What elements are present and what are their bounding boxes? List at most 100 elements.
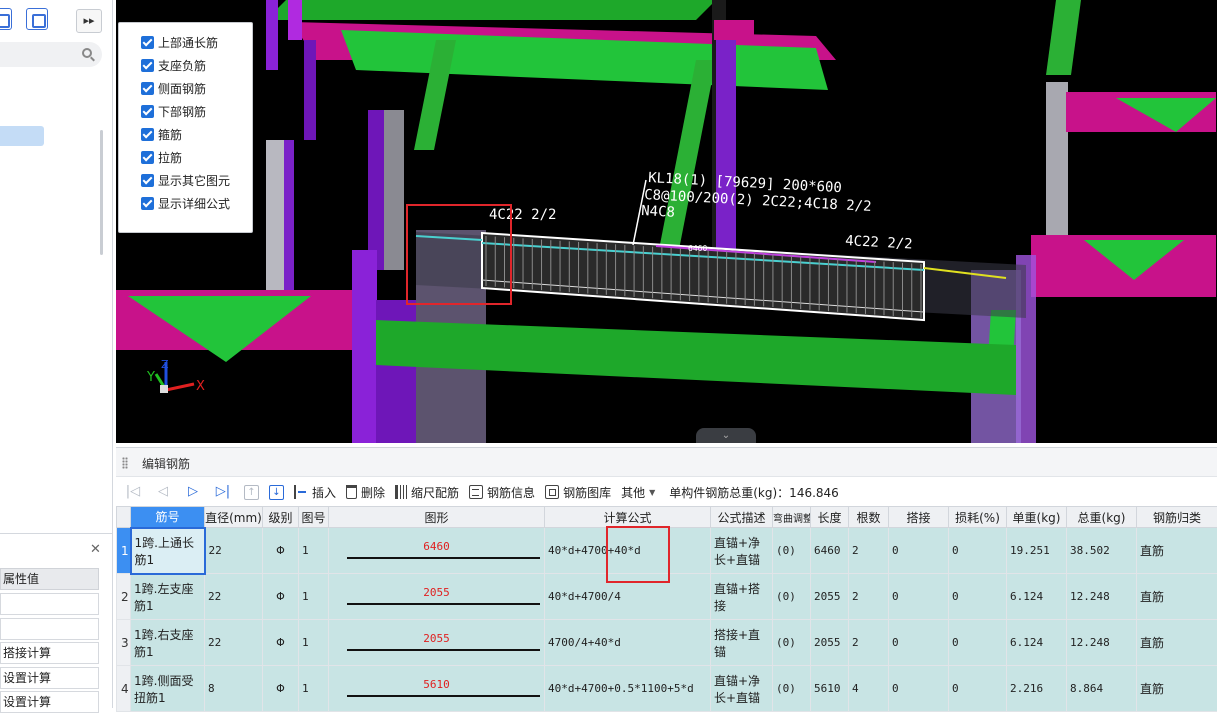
row-index-cell[interactable]: 4 <box>117 666 131 712</box>
prev-record-icon[interactable]: ◁ <box>154 483 172 501</box>
bend-adjust-cell[interactable]: (0) <box>773 620 811 666</box>
column-header[interactable]: 长度 <box>811 507 849 528</box>
lap-cell[interactable]: 0 <box>889 666 949 712</box>
first-record-icon[interactable]: |◁ <box>124 483 142 501</box>
collapse-editor-button[interactable]: ⌄ <box>696 428 756 443</box>
loss-cell[interactable]: 0 <box>949 620 1007 666</box>
grade-cell[interactable]: Φ <box>263 574 299 620</box>
checkbox-icon[interactable] <box>141 59 154 72</box>
formula-cell[interactable]: 40*d+4700+0.5*1100+5*d <box>545 666 711 712</box>
column-header[interactable]: 搭接 <box>889 507 949 528</box>
column-header[interactable]: 计算公式 <box>545 507 711 528</box>
category-cell[interactable]: 直筋 <box>1137 620 1217 666</box>
checkbox-icon[interactable] <box>141 197 154 210</box>
checkbox-icon[interactable] <box>141 151 154 164</box>
bend-adjust-cell[interactable]: (0) <box>773 574 811 620</box>
property-row[interactable] <box>0 593 99 615</box>
column-header[interactable]: 图形 <box>329 507 545 528</box>
selected-tree-item[interactable] <box>0 126 44 146</box>
bend-adjust-cell[interactable]: (0) <box>773 666 811 712</box>
scale-rebar-button[interactable]: 缩尺配筋 <box>395 481 459 503</box>
drag-handle-icon[interactable] <box>122 457 128 469</box>
formula-desc-cell[interactable]: 直锚+搭接 <box>711 574 773 620</box>
panel-view-icon[interactable] <box>0 8 12 30</box>
layer-toggle[interactable]: 显示详细公式 <box>119 192 252 215</box>
total-weight-cell[interactable]: 12.248 <box>1067 620 1137 666</box>
table-row[interactable]: 11跨.上通长筋122Φ1646040*d+4700+40*d直锚+净长+直锚(… <box>117 528 1217 574</box>
column-header[interactable]: 图号 <box>299 507 329 528</box>
lap-cell[interactable]: 0 <box>889 528 949 574</box>
unit-weight-cell[interactable]: 2.216 <box>1007 666 1067 712</box>
category-cell[interactable]: 直筋 <box>1137 666 1217 712</box>
checkbox-icon[interactable] <box>141 174 154 187</box>
column-header[interactable]: 直径(mm) <box>205 507 263 528</box>
column-header[interactable]: 总重(kg) <box>1067 507 1137 528</box>
rebar-name-cell[interactable]: 1跨.右支座筋1 <box>131 620 205 666</box>
category-cell[interactable]: 直筋 <box>1137 528 1217 574</box>
layer-toggle[interactable]: 拉筋 <box>119 146 252 169</box>
shape-cell[interactable]: 2055 <box>329 620 545 666</box>
total-weight-cell[interactable]: 38.502 <box>1067 528 1137 574</box>
figure-no-cell[interactable]: 1 <box>299 528 329 574</box>
column-header[interactable]: 筋号 <box>131 507 205 528</box>
figure-no-cell[interactable]: 1 <box>299 666 329 712</box>
last-record-icon[interactable]: ▷| <box>214 483 232 501</box>
3d-viewport[interactable]: KL18(1) [79629] 200*600 C8@100/200(2) 2C… <box>116 0 1217 443</box>
layer-toggle[interactable]: 箍筋 <box>119 123 252 146</box>
total-weight-cell[interactable]: 8.864 <box>1067 666 1137 712</box>
rebar-library-button[interactable]: 钢筋图库 <box>545 481 611 503</box>
lap-cell[interactable]: 0 <box>889 574 949 620</box>
total-weight-cell[interactable]: 12.248 <box>1067 574 1137 620</box>
length-cell[interactable]: 5610 <box>811 666 849 712</box>
layer-toggle[interactable]: 下部钢筋 <box>119 100 252 123</box>
table-row[interactable]: 21跨.左支座筋122Φ1205540*d+4700/4直锚+搭接(0)2055… <box>117 574 1217 620</box>
column-header[interactable]: 根数 <box>849 507 889 528</box>
table-row[interactable]: 31跨.右支座筋122Φ120554700/4+40*d搭接+直锚(0)2055… <box>117 620 1217 666</box>
column-header[interactable]: 单重(kg) <box>1007 507 1067 528</box>
loss-cell[interactable]: 0 <box>949 528 1007 574</box>
checkbox-icon[interactable] <box>141 128 154 141</box>
layer-toggle[interactable]: 显示其它图元 <box>119 169 252 192</box>
column-header[interactable]: 钢筋归类 <box>1137 507 1217 528</box>
column-header[interactable]: 公式描述 <box>711 507 773 528</box>
property-row[interactable] <box>0 618 99 640</box>
bend-adjust-cell[interactable]: (0) <box>773 528 811 574</box>
layer-toggle[interactable]: 上部通长筋 <box>119 31 252 54</box>
row-index-cell[interactable]: 1 <box>117 528 131 574</box>
length-cell[interactable]: 2055 <box>811 574 849 620</box>
shape-cell[interactable]: 5610 <box>329 666 545 712</box>
loss-cell[interactable]: 0 <box>949 574 1007 620</box>
count-cell[interactable]: 2 <box>849 620 889 666</box>
figure-no-cell[interactable]: 1 <box>299 620 329 666</box>
diameter-cell[interactable]: 22 <box>205 528 263 574</box>
length-cell[interactable]: 2055 <box>811 620 849 666</box>
rebar-name-cell[interactable]: 1跨.上通长筋1 <box>131 528 205 574</box>
property-row[interactable]: 搭接计算 <box>0 642 99 664</box>
figure-no-cell[interactable]: 1 <box>299 574 329 620</box>
row-index-cell[interactable]: 3 <box>117 620 131 666</box>
count-cell[interactable]: 4 <box>849 666 889 712</box>
panel-save-icon[interactable] <box>26 8 48 30</box>
rebar-name-cell[interactable]: 1跨.左支座筋1 <box>131 574 205 620</box>
formula-desc-cell[interactable]: 直锚+净长+直锚 <box>711 528 773 574</box>
component-search-input[interactable] <box>0 42 102 67</box>
loss-cell[interactable]: 0 <box>949 666 1007 712</box>
diameter-cell[interactable]: 8 <box>205 666 263 712</box>
category-cell[interactable]: 直筋 <box>1137 574 1217 620</box>
grade-cell[interactable]: Φ <box>263 528 299 574</box>
property-row[interactable]: 设置计算 <box>0 691 99 713</box>
close-icon[interactable]: ✕ <box>90 542 101 557</box>
search-icon[interactable] <box>82 48 92 58</box>
table-row[interactable]: 41跨.侧面受扭筋18Φ1561040*d+4700+0.5*1100+5*d直… <box>117 666 1217 712</box>
checkbox-icon[interactable] <box>141 82 154 95</box>
formula-desc-cell[interactable]: 直锚+净长+直锚 <box>711 666 773 712</box>
move-up-icon[interactable]: ↑ <box>244 485 259 500</box>
layer-toggle[interactable]: 支座负筋 <box>119 54 252 77</box>
layer-toggle[interactable]: 侧面钢筋 <box>119 77 252 100</box>
rebar-3d-scene[interactable]: KL18(1) [79629] 200*600 C8@100/200(2) 2C… <box>116 0 1217 443</box>
count-cell[interactable]: 2 <box>849 528 889 574</box>
lap-cell[interactable]: 0 <box>889 620 949 666</box>
rebar-info-button[interactable]: 钢筋信息 <box>469 481 535 503</box>
diameter-cell[interactable]: 22 <box>205 574 263 620</box>
grade-cell[interactable]: Φ <box>263 666 299 712</box>
